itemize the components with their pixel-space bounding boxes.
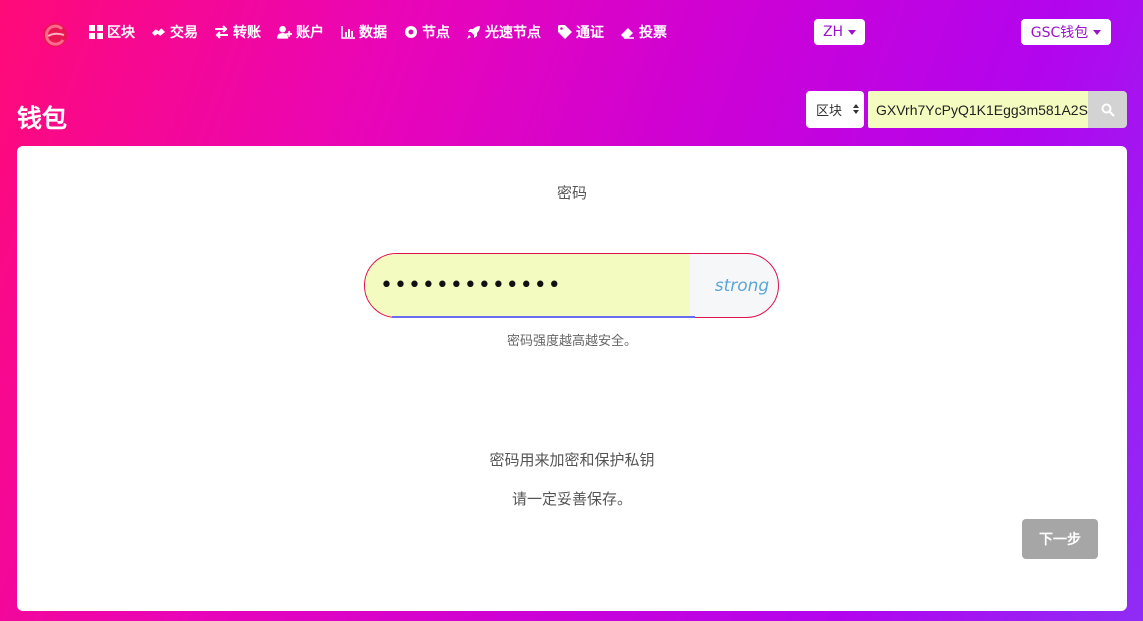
info-text-line1: 密码用来加密和保护私钥 [489, 451, 655, 469]
next-button[interactable]: 下一步 [1022, 519, 1098, 559]
search-button[interactable] [1088, 91, 1127, 128]
search-type-select[interactable]: 区块 [806, 91, 864, 128]
tag-icon [557, 25, 572, 40]
nav-item-lightspeed-nodes[interactable]: 光速节点 [466, 22, 541, 42]
wallet-menu-dropdown[interactable]: GSC钱包 [1021, 19, 1111, 45]
nav-label: 投票 [639, 25, 667, 41]
password-underline [392, 316, 695, 318]
wallet-menu-label: GSC钱包 [1030, 25, 1089, 41]
search-icon [1101, 103, 1115, 117]
nav-label: 光速节点 [485, 25, 541, 41]
nav-item-transfer[interactable]: 转账 [214, 22, 261, 42]
password-input[interactable]: ••••••••••••• [365, 254, 690, 317]
nav-label: 区块 [107, 25, 135, 41]
password-hint: 密码强度越高越安全。 [506, 334, 637, 349]
nav-item-nodes[interactable]: 节点 [403, 22, 450, 42]
page-title: 钱包 [17, 104, 68, 133]
nav-label: 交易 [170, 25, 198, 41]
select-arrows-icon [853, 104, 859, 114]
search-input[interactable]: GXVrh7YcPyQ1K1Egg3m581A2SZ [868, 91, 1088, 128]
eraser-icon [620, 25, 635, 40]
info-text-line2: 请一定妥善保存。 [511, 490, 632, 508]
nav-item-accounts[interactable]: 账户 [277, 22, 324, 42]
circle-dot-icon [403, 25, 418, 40]
nav-item-blocks[interactable]: 区块 [88, 22, 135, 42]
logo-icon[interactable] [40, 20, 70, 50]
password-label: 密码 [556, 184, 587, 202]
nav-item-transactions[interactable]: 交易 [151, 22, 198, 42]
user-add-icon [277, 25, 292, 40]
wallet-create-card: 密码 ••••••••••••• strong 密码强度越高越安全。 密码用来加… [17, 146, 1127, 611]
nav-label: 数据 [359, 25, 387, 41]
nav-label: 通证 [576, 25, 604, 41]
exchange-arrows-icon [214, 25, 229, 40]
grid-icon [88, 25, 103, 40]
nav-label: 账户 [296, 25, 324, 41]
nav-item-votes[interactable]: 投票 [620, 22, 667, 42]
main-nav: 区块 交易 转账 账户 数据 节点 光速节点 通证 投票 [88, 21, 683, 43]
nav-label: 转账 [233, 25, 261, 41]
bar-chart-icon [340, 25, 355, 40]
password-input-group: ••••••••••••• strong [364, 253, 779, 318]
password-strength-indicator: strong [714, 275, 770, 296]
rocket-icon [466, 25, 481, 40]
search-type-label: 区块 [816, 104, 843, 119]
handshake-icon [151, 25, 166, 40]
nav-item-tokens[interactable]: 通证 [557, 22, 604, 42]
nav-item-data[interactable]: 数据 [340, 22, 387, 42]
language-dropdown[interactable]: ZH [814, 19, 865, 45]
caret-down-icon [1093, 29, 1102, 35]
caret-down-icon [848, 29, 857, 35]
language-label: ZH [822, 24, 844, 40]
nav-label: 节点 [422, 25, 450, 41]
